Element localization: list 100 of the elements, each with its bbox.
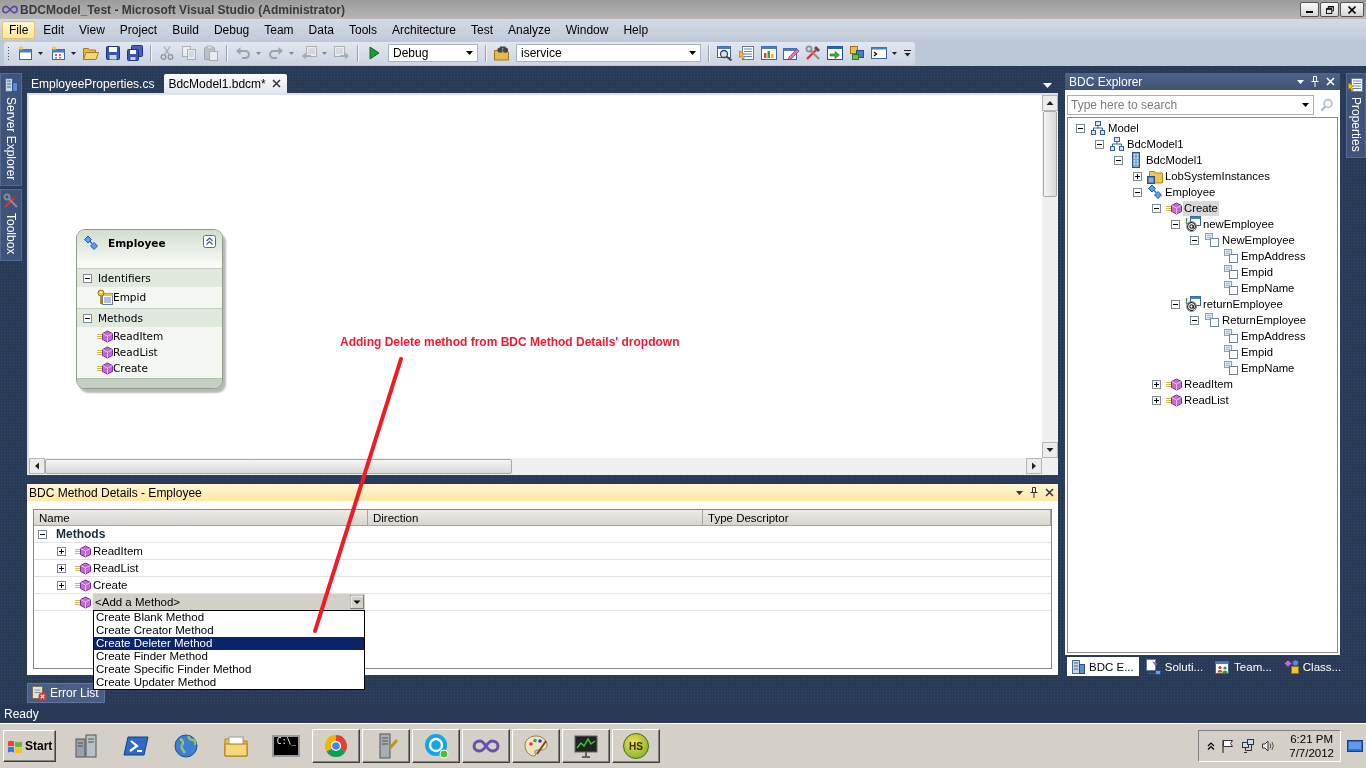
tree-item[interactable]: Empid (1240, 264, 1275, 280)
tree-item[interactable]: LobSystemInstances (1164, 168, 1271, 184)
binoculars-folder-icon[interactable] (494, 45, 510, 61)
caret-icon[interactable] (38, 51, 43, 55)
taskbar-button[interactable] (362, 729, 410, 763)
caret-icon[interactable] (1297, 79, 1304, 84)
open-folder-icon[interactable] (83, 45, 99, 61)
document-tab[interactable]: EmployeeProperties.cs (27, 74, 161, 93)
tree-item[interactable]: EmpAddress (1240, 328, 1307, 344)
arrow-window-icon[interactable] (827, 45, 843, 61)
collapse-icon[interactable] (1152, 203, 1161, 213)
speaker-icon[interactable] (1261, 739, 1276, 753)
combo-box[interactable]: Debug (388, 44, 478, 62)
pencil-window-icon[interactable] (783, 45, 799, 61)
taskbar-button[interactable] (562, 729, 610, 763)
pin-icon[interactable] (1030, 487, 1038, 498)
collapse-icon[interactable] (1095, 139, 1104, 149)
collapse-icon[interactable] (38, 529, 47, 539)
network-icon[interactable] (1241, 739, 1256, 753)
tree-item[interactable]: EmpName (1240, 280, 1296, 296)
panel-tab[interactable]: Class... (1280, 657, 1347, 676)
document-tab[interactable]: BdcModel1.bdcm* (164, 74, 287, 93)
new-window-icon[interactable] (17, 45, 33, 61)
flag-icon[interactable] (1221, 739, 1236, 753)
tree-item[interactable]: Employee (1164, 184, 1217, 200)
collapse-icon[interactable] (1190, 235, 1199, 245)
clock-time[interactable]: 6:21 PM (1290, 732, 1334, 746)
close-icon[interactable] (271, 79, 281, 88)
minimize-button[interactable] (1300, 2, 1319, 17)
entity-member[interactable]: ReadItem (113, 330, 164, 342)
tree-item[interactable]: newEmployee (1202, 216, 1275, 232)
column-header[interactable]: Name (34, 510, 368, 526)
search-field[interactable]: Type here to search (1067, 95, 1314, 115)
column-header[interactable]: Type Descriptor (703, 510, 1051, 526)
collapse-icon[interactable] (1190, 315, 1199, 325)
column-header[interactable]: Direction (368, 510, 703, 526)
toolbar-grip[interactable] (7, 45, 10, 61)
entity-member[interactable]: ReadList (113, 346, 158, 358)
save-icon[interactable] (105, 45, 121, 61)
chevron-up-icon[interactable] (1207, 742, 1216, 750)
entity-shape[interactable]: Employee Identifiers Empid Methods ReadItem ReadList Create (76, 229, 223, 389)
tree-item[interactable]: returnEmployee (1202, 296, 1284, 312)
collapse-icon[interactable] (1171, 219, 1180, 229)
tree-item[interactable]: EmpAddress (1240, 248, 1307, 264)
taskbar-button[interactable] (512, 729, 560, 763)
menu-item[interactable]: Test (464, 20, 500, 39)
dropdown-option[interactable]: Create Specific Finder Method (94, 663, 364, 676)
horizontal-scrollbar[interactable] (29, 458, 1042, 475)
chart-window-icon[interactable] (761, 45, 777, 61)
close-button[interactable] (1340, 2, 1364, 17)
menu-item[interactable]: Analyze (501, 20, 558, 39)
panel-tab[interactable]: Soluti... (1142, 657, 1209, 676)
grid-window-icon[interactable] (50, 45, 66, 61)
collapse-icon[interactable] (203, 235, 216, 248)
panel-tab[interactable]: Team... (1212, 657, 1277, 676)
combo-box[interactable]: iservice (516, 44, 701, 62)
expand-icon[interactable] (1152, 395, 1161, 405)
clock-date[interactable]: 7/7/2012 (1289, 746, 1334, 760)
menu-item[interactable]: Architecture (384, 20, 463, 39)
expand-icon[interactable] (57, 580, 66, 590)
expand-icon[interactable] (57, 563, 66, 573)
method-name[interactable]: Create (93, 579, 128, 591)
caret-icon[interactable] (892, 51, 897, 55)
menu-item[interactable]: Data (301, 20, 341, 39)
entity-member[interactable]: Empid (113, 291, 147, 303)
menu-item[interactable]: Window (558, 20, 616, 39)
menu-item[interactable]: File (2, 20, 36, 39)
menu-item[interactable]: Debug (206, 20, 257, 39)
collapse-icon[interactable] (83, 313, 92, 323)
console-window-icon[interactable] (871, 45, 887, 61)
dropdown-option[interactable]: Create Blank Method (94, 611, 364, 624)
collapse-icon[interactable] (1133, 187, 1142, 197)
taskbar-button[interactable] (462, 729, 510, 763)
menu-item[interactable]: Build (165, 20, 206, 39)
caret-icon[interactable] (1043, 83, 1052, 88)
collapse-icon[interactable] (1114, 155, 1123, 165)
panel-tab[interactable]: BDC E... (1067, 657, 1139, 676)
expand-icon[interactable] (1133, 171, 1142, 181)
close-icon[interactable] (1045, 488, 1054, 497)
tree-item[interactable]: BdcModel1 (1126, 136, 1185, 152)
combo-box[interactable]: <Add a Method> (93, 594, 365, 610)
entity-member[interactable]: Create (113, 362, 148, 374)
expand-icon[interactable] (57, 546, 66, 556)
tree-item[interactable]: ReadList (1183, 392, 1230, 408)
document-list-icon[interactable] (739, 45, 755, 61)
taskbar-button[interactable]: C:\_ (262, 729, 310, 763)
scroll-thumb[interactable] (45, 459, 512, 474)
taskbar-button[interactable] (412, 729, 460, 763)
tree-item[interactable]: Model (1107, 120, 1140, 136)
caret-icon[interactable] (1016, 490, 1023, 495)
menu-item[interactable]: Project (112, 20, 165, 39)
side-tab[interactable]: Properties (1346, 73, 1366, 158)
scroll-thumb[interactable] (1043, 111, 1057, 197)
tools-icon[interactable] (805, 45, 821, 61)
method-name[interactable]: ReadItem (93, 545, 143, 557)
menu-item[interactable]: Edit (36, 20, 72, 39)
dropdown-option[interactable]: Create Creator Method (94, 624, 364, 637)
collapse-icon[interactable] (83, 273, 92, 283)
method-name[interactable]: ReadList (93, 562, 139, 574)
menu-item[interactable]: Help (616, 20, 656, 39)
